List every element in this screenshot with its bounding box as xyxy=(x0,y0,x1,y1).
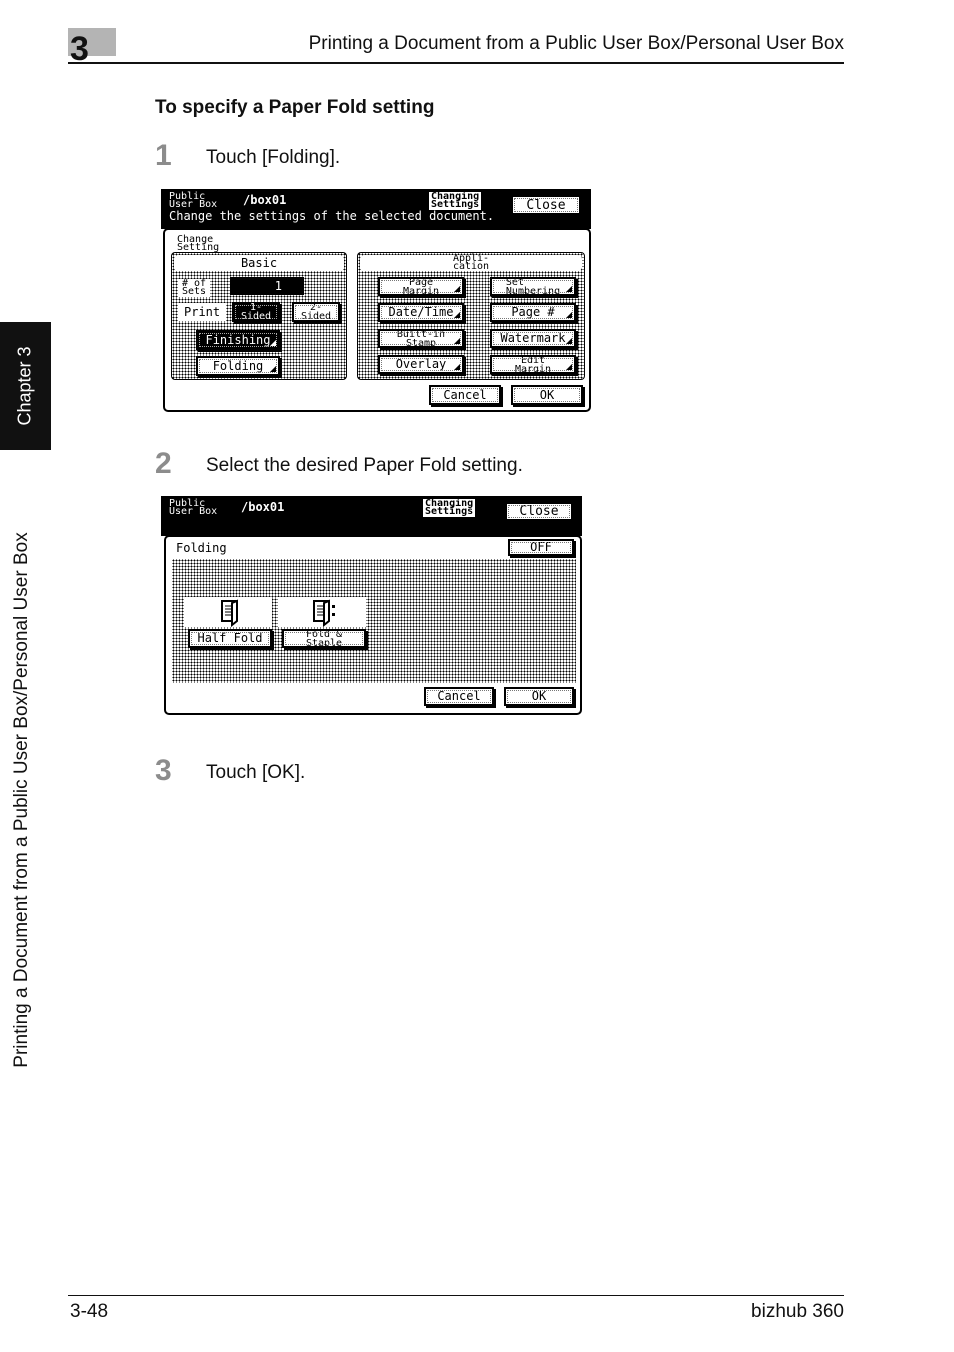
sets-label: # of Sets xyxy=(178,279,211,297)
changing-settings-badge: Changing Settings xyxy=(429,191,482,210)
submenu-indicator-icon xyxy=(566,338,572,344)
close-button[interactable]: Close xyxy=(505,502,573,521)
step-2-number: 2 xyxy=(155,447,172,480)
fold-options-area: Half Fold Fold & Staple xyxy=(172,559,576,683)
fold-staple-tile xyxy=(278,597,366,627)
set-numbering-button[interactable]: Set Numbering xyxy=(490,277,576,296)
off-button[interactable]: OFF xyxy=(508,539,574,556)
footer-divider xyxy=(68,1295,844,1296)
fold-staple-button[interactable]: Fold & Staple xyxy=(282,629,366,648)
step-2-text: Select the desired Paper Fold setting. xyxy=(206,455,523,476)
watermark-button[interactable]: Watermark xyxy=(490,329,576,348)
half-fold-tile xyxy=(184,597,272,627)
folding-screen: Public User Box /box01 Changing Settings… xyxy=(161,496,582,716)
finishing-button[interactable]: Finishing xyxy=(196,330,280,350)
ok-button[interactable]: OK xyxy=(504,687,574,706)
change-setting-panel: Change Setting Basic # of Sets 1 Print 1… xyxy=(163,228,591,412)
step-1-text: Touch [Folding]. xyxy=(206,147,341,168)
submenu-indicator-icon xyxy=(270,340,276,346)
ok-button[interactable]: OK xyxy=(511,385,583,405)
date-time-button[interactable]: Date/Time xyxy=(378,303,464,322)
two-sided-button[interactable]: 2- Sided xyxy=(292,302,340,322)
application-group: Appli-cation Page Margin Set Numbering Dat… xyxy=(357,252,585,380)
folding-panel: Folding OFF Half Fold Fold & Staple Canc… xyxy=(164,535,582,715)
submenu-indicator-icon xyxy=(454,312,460,318)
sets-value[interactable]: 1 xyxy=(230,277,304,295)
built-in-stamp-button[interactable]: Built-in Stamp xyxy=(378,329,464,348)
close-button[interactable]: Close xyxy=(511,195,581,215)
page-number: 3-48 xyxy=(70,1301,109,1322)
step-3-number: 3 xyxy=(155,754,172,787)
chapter-side-tab-label: Chapter 3 xyxy=(14,346,35,426)
submenu-indicator-icon xyxy=(270,366,276,372)
box-path: /box01 xyxy=(241,500,285,514)
basic-group-header: Basic xyxy=(174,255,344,271)
panel-title: Folding xyxy=(176,541,227,555)
print-label: Print xyxy=(178,303,227,321)
submenu-indicator-icon xyxy=(566,312,572,318)
box-type-label: Public User Box xyxy=(169,498,218,517)
submenu-indicator-icon xyxy=(454,364,460,370)
fold-staple-icon xyxy=(313,599,335,627)
cancel-button[interactable]: Cancel xyxy=(424,687,494,706)
half-fold-button[interactable]: Half Fold xyxy=(188,629,272,648)
submenu-indicator-icon xyxy=(454,338,460,344)
edit-margin-button[interactable]: Edit Margin xyxy=(490,355,576,374)
folding-button[interactable]: Folding xyxy=(196,356,280,376)
submenu-indicator-icon xyxy=(454,286,460,292)
product-model: bizhub 360 xyxy=(751,1301,844,1322)
step-1-number: 1 xyxy=(155,139,172,172)
application-group-header: Appli-cation xyxy=(360,254,582,272)
box-path: /box01 xyxy=(243,193,287,207)
section-title: To specify a Paper Fold setting xyxy=(155,97,435,118)
submenu-indicator-icon xyxy=(566,286,572,292)
side-section-title: Printing a Document from a Public User B… xyxy=(11,532,32,1068)
one-sided-button[interactable]: 1- Sided xyxy=(232,302,280,322)
step-3-text: Touch [OK]. xyxy=(206,762,306,783)
overlay-button[interactable]: Overlay xyxy=(378,355,464,374)
panel-title: Change Setting xyxy=(177,234,220,253)
cancel-button[interactable]: Cancel xyxy=(429,385,501,405)
page-margin-button[interactable]: Page Margin xyxy=(378,277,464,296)
header-divider xyxy=(68,62,844,64)
half-fold-icon xyxy=(221,599,238,627)
screen-message: Change the settings of the selected docu… xyxy=(169,209,495,223)
page-number-button[interactable]: Page # xyxy=(490,303,576,322)
submenu-indicator-icon xyxy=(566,364,572,370)
basic-group: Basic # of Sets 1 Print 1- Sided 2- Sided … xyxy=(171,252,347,380)
box-type-label: Public User Box xyxy=(169,191,218,210)
running-header-title: Printing a Document from a Public User B… xyxy=(308,33,844,54)
changing-settings-badge: Changing Settings xyxy=(423,498,476,517)
change-setting-screen: Public User Box /box01 Changing Settings… xyxy=(161,189,591,413)
